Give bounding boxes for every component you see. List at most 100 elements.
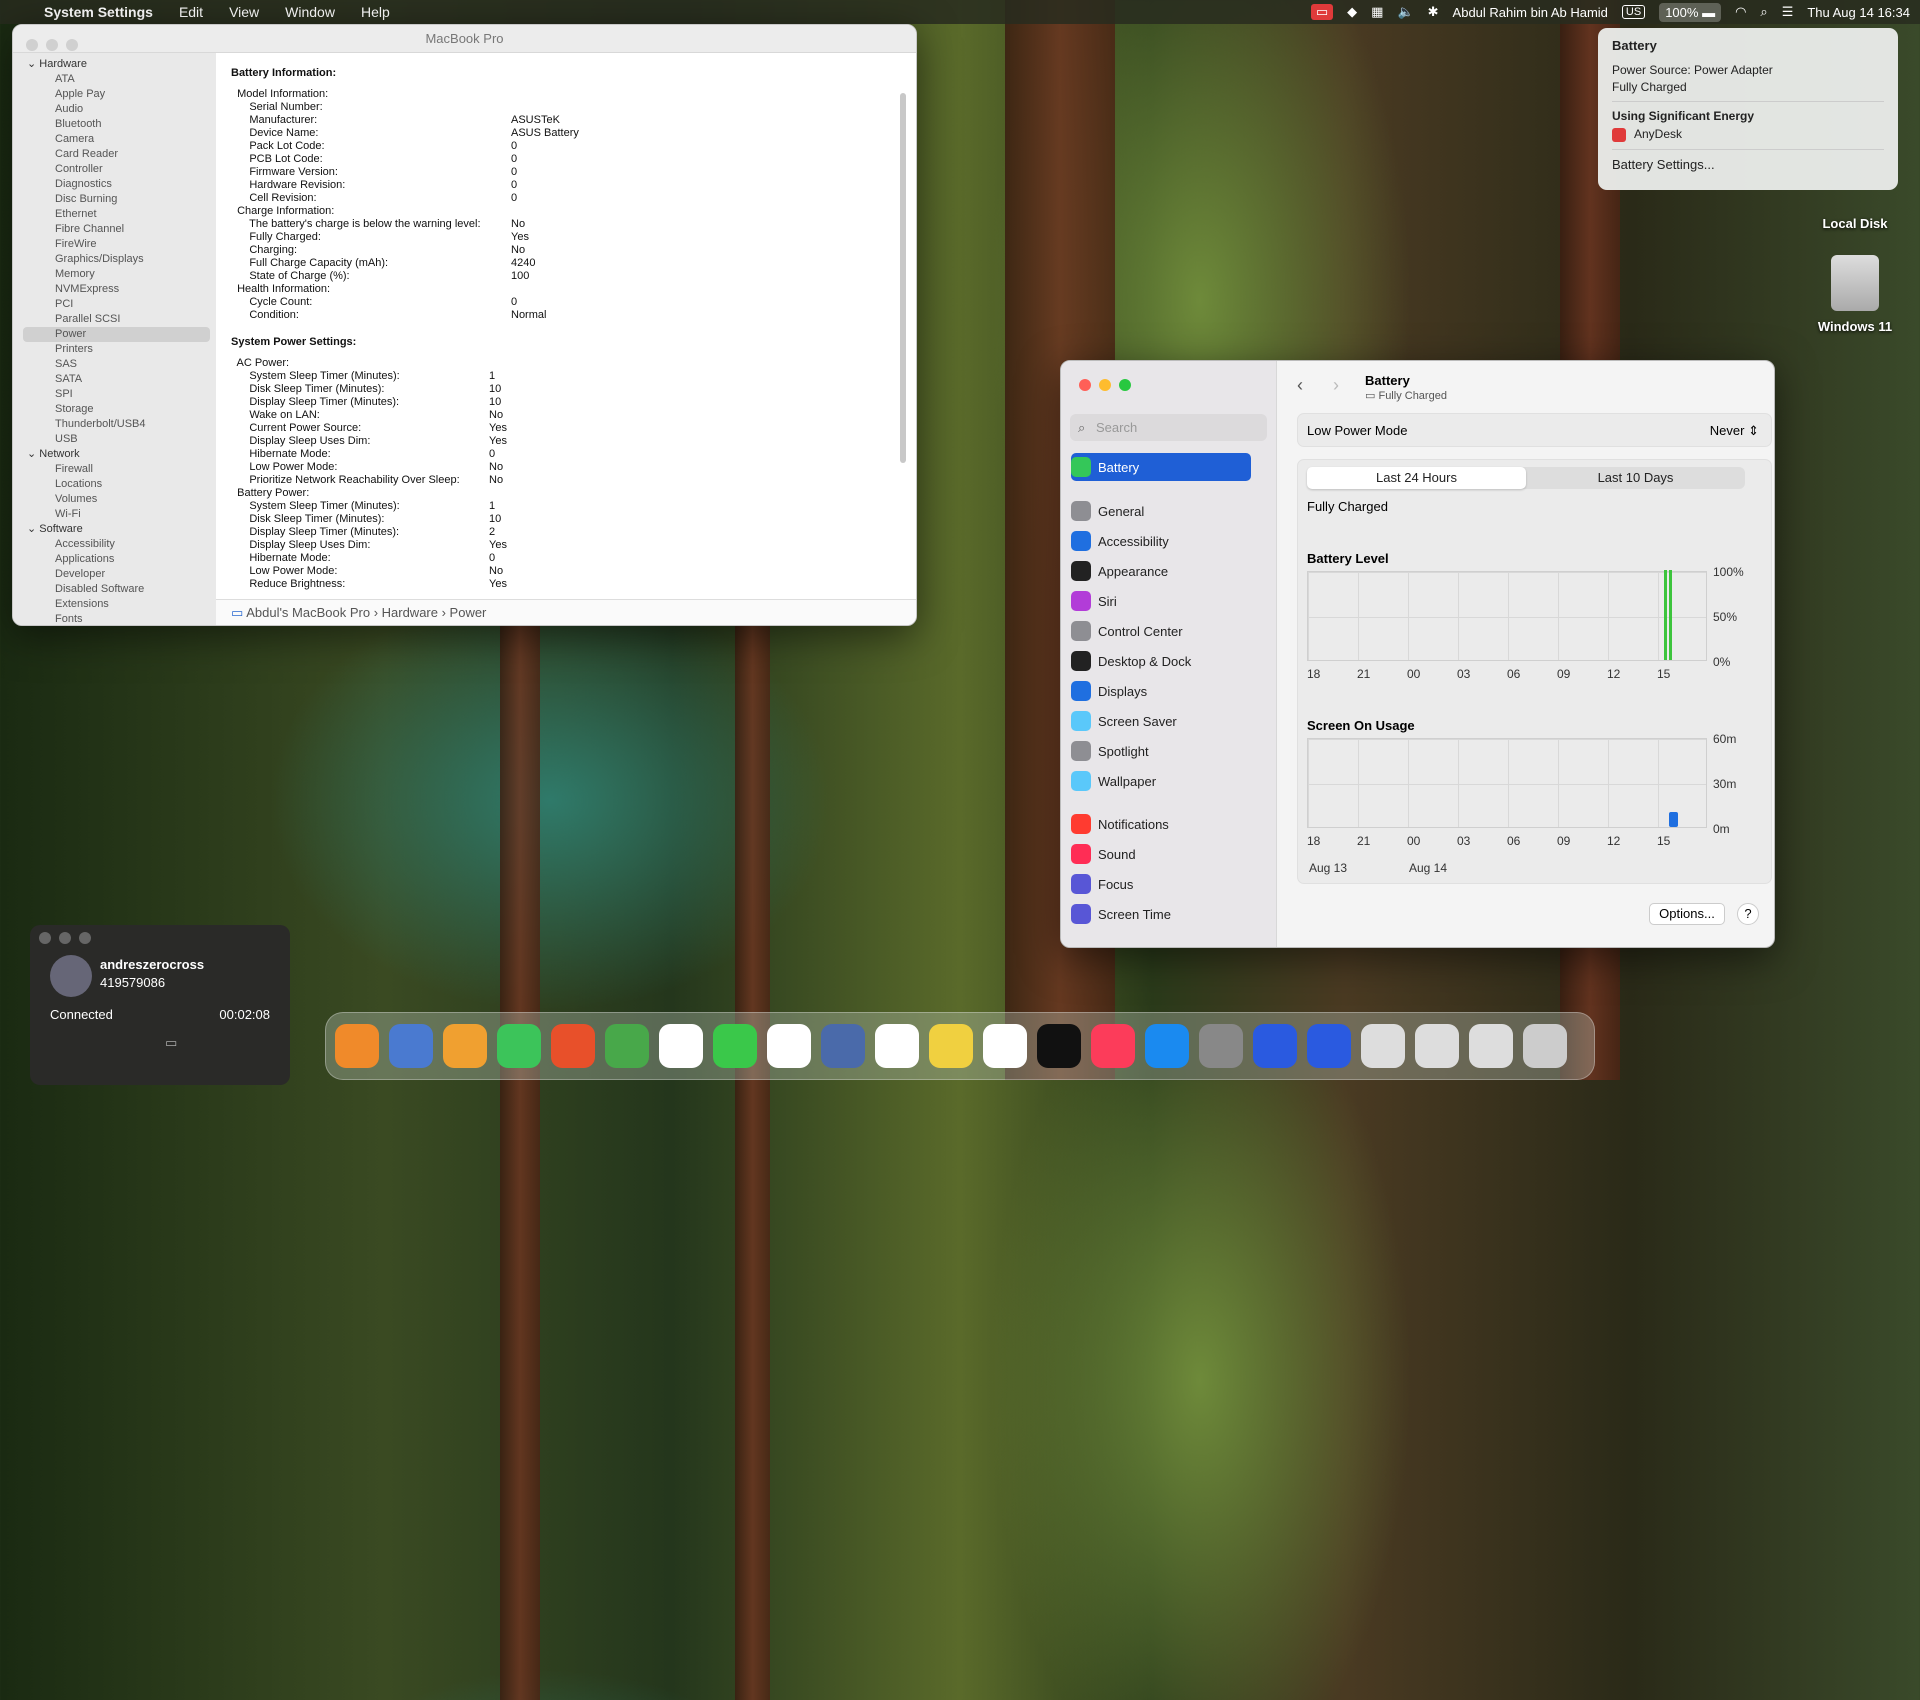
sidebar-item[interactable]: Apple Pay — [13, 87, 216, 102]
sidebar-item[interactable]: Desktop & Dock — [1071, 647, 1251, 675]
minimize-button[interactable] — [59, 932, 71, 944]
zoom-button[interactable] — [79, 932, 91, 944]
mail-icon[interactable] — [551, 1024, 595, 1068]
sidebar-item[interactable]: Controller — [13, 162, 216, 177]
printer-icon[interactable] — [1361, 1024, 1405, 1068]
photos-icon[interactable] — [659, 1024, 703, 1068]
calendar-icon[interactable] — [767, 1024, 811, 1068]
minimize-button[interactable] — [1099, 379, 1111, 391]
sidebar-item[interactable]: Notifications — [1071, 810, 1251, 838]
sidebar-item[interactable]: Thunderbolt/USB4 — [13, 417, 216, 432]
sidebar-item[interactable]: Battery — [1071, 453, 1251, 481]
zoom-button[interactable] — [1119, 379, 1131, 391]
sidebar-item[interactable]: Screen Time — [1071, 900, 1251, 928]
sidebar-item[interactable]: Volumes — [13, 492, 216, 507]
sidebar-item[interactable]: Camera — [13, 132, 216, 147]
contacts-icon[interactable] — [821, 1024, 865, 1068]
sidebar-item[interactable]: SAS — [13, 357, 216, 372]
finder-icon[interactable] — [335, 1024, 379, 1068]
close-button[interactable] — [26, 39, 38, 51]
scrollbar[interactable] — [900, 93, 906, 463]
sidebar-item[interactable]: Disc Burning — [13, 192, 216, 207]
menu-app[interactable]: System Settings — [31, 4, 166, 20]
sidebar-item[interactable]: Applications — [13, 552, 216, 567]
mail-file-icon[interactable] — [1469, 1024, 1513, 1068]
control-center-icon[interactable]: ☰ — [1782, 4, 1794, 20]
sidebar-item[interactable]: USB — [13, 432, 216, 447]
sidebar-item[interactable]: Diagnostics — [13, 177, 216, 192]
anydesk-status-icon[interactable]: ▭ — [1310, 4, 1334, 20]
sidebar-item[interactable]: Ethernet — [13, 207, 216, 222]
chat-icon[interactable]: ▭ — [165, 1035, 177, 1051]
freeform-icon[interactable] — [983, 1024, 1027, 1068]
low-power-select[interactable]: Never ⇕ — [1710, 423, 1759, 439]
sidebar-item[interactable]: Spotlight — [1071, 737, 1251, 765]
menu-edit[interactable]: Edit — [166, 4, 216, 20]
sidebar-item[interactable]: ATA — [13, 72, 216, 87]
sidebar-item[interactable]: Storage — [13, 402, 216, 417]
anydesk-menu-icon[interactable]: ◆ — [1347, 4, 1357, 20]
sidebar-item[interactable]: Control Center — [1071, 617, 1251, 645]
notes-icon[interactable] — [929, 1024, 973, 1068]
anydesk-icon[interactable] — [1253, 1024, 1297, 1068]
energy-app[interactable]: AnyDesk — [1612, 127, 1884, 142]
messages-icon[interactable] — [497, 1024, 541, 1068]
maps-icon[interactable] — [605, 1024, 649, 1068]
windows-disk-icon[interactable]: Windows 11 — [1810, 255, 1900, 334]
sidebar-item[interactable]: Extensions — [13, 597, 216, 612]
facetime-icon[interactable] — [713, 1024, 757, 1068]
launchpad-icon[interactable] — [389, 1024, 433, 1068]
sidebar-item[interactable]: Card Reader — [13, 147, 216, 162]
zoom-button[interactable] — [66, 39, 78, 51]
wifi-icon[interactable]: ◠ — [1735, 4, 1746, 20]
sidebar-item[interactable]: Disabled Software — [13, 582, 216, 597]
back-icon[interactable]: ‹ — [1297, 375, 1303, 396]
battery-status[interactable]: 100% ▬ — [1659, 2, 1722, 22]
app-store-icon[interactable] — [1145, 1024, 1189, 1068]
sidebar-item[interactable]: PCI — [13, 297, 216, 312]
trash-icon[interactable] — [1523, 1024, 1567, 1068]
tab-last-10-days[interactable]: Last 10 Days — [1526, 467, 1745, 489]
sidebar-item[interactable]: Displays — [1071, 677, 1251, 705]
forward-icon[interactable]: › — [1333, 375, 1339, 396]
menu-help[interactable]: Help — [348, 4, 403, 20]
input-source[interactable]: US — [1621, 5, 1646, 19]
sidebar-item[interactable]: Graphics/Displays — [13, 252, 216, 267]
sidebar-item[interactable]: Sound — [1071, 840, 1251, 868]
sidebar-item[interactable]: Accessibility — [13, 537, 216, 552]
battery-settings-link[interactable]: Battery Settings... — [1612, 157, 1884, 172]
bluetooth-icon[interactable]: ✱ — [1428, 4, 1439, 20]
sidebar-item[interactable]: Printers — [13, 342, 216, 357]
sidebar-item[interactable]: FireWire — [13, 237, 216, 252]
menu-window[interactable]: Window — [272, 4, 348, 20]
sidebar-item[interactable]: Power — [23, 327, 210, 342]
tv-icon[interactable] — [1037, 1024, 1081, 1068]
search-icon[interactable]: ⌕ — [1760, 4, 1767, 20]
options-button[interactable]: Options... — [1649, 903, 1725, 925]
sidebar-item[interactable]: SPI — [13, 387, 216, 402]
clock[interactable]: Thu Aug 14 16:34 — [1807, 5, 1910, 20]
sidebar-item[interactable]: Accessibility — [1071, 527, 1251, 555]
document-icon[interactable] — [1415, 1024, 1459, 1068]
menu-view[interactable]: View — [216, 4, 272, 20]
close-button[interactable] — [1079, 379, 1091, 391]
search-input[interactable]: ⌕ Search — [1070, 414, 1267, 441]
help-button[interactable]: ? — [1737, 903, 1759, 925]
sidebar-item[interactable]: Focus — [1071, 870, 1251, 898]
sidebar-item[interactable]: Siri — [1071, 587, 1251, 615]
sidebar-item[interactable]: Bluetooth — [13, 117, 216, 132]
sidebar-item[interactable]: Audio — [13, 102, 216, 117]
sidebar-item[interactable]: Firewall — [13, 462, 216, 477]
sidebar-item[interactable]: NVMExpress — [13, 282, 216, 297]
activity-icon[interactable]: ▦ — [1371, 4, 1383, 20]
sidebar-item[interactable]: Fibre Channel — [13, 222, 216, 237]
tab-last-24-hours[interactable]: Last 24 Hours — [1307, 467, 1526, 489]
sidebar-item[interactable]: Parallel SCSI — [13, 312, 216, 327]
music-icon[interactable] — [1091, 1024, 1135, 1068]
sidebar-item[interactable]: Locations — [13, 477, 216, 492]
sidebar-item[interactable]: Screen Saver — [1071, 707, 1251, 735]
volume-icon[interactable]: 🔈 — [1397, 4, 1413, 20]
sidebar-item[interactable]: Developer — [13, 567, 216, 582]
reminders-icon[interactable] — [875, 1024, 919, 1068]
close-button[interactable] — [39, 932, 51, 944]
